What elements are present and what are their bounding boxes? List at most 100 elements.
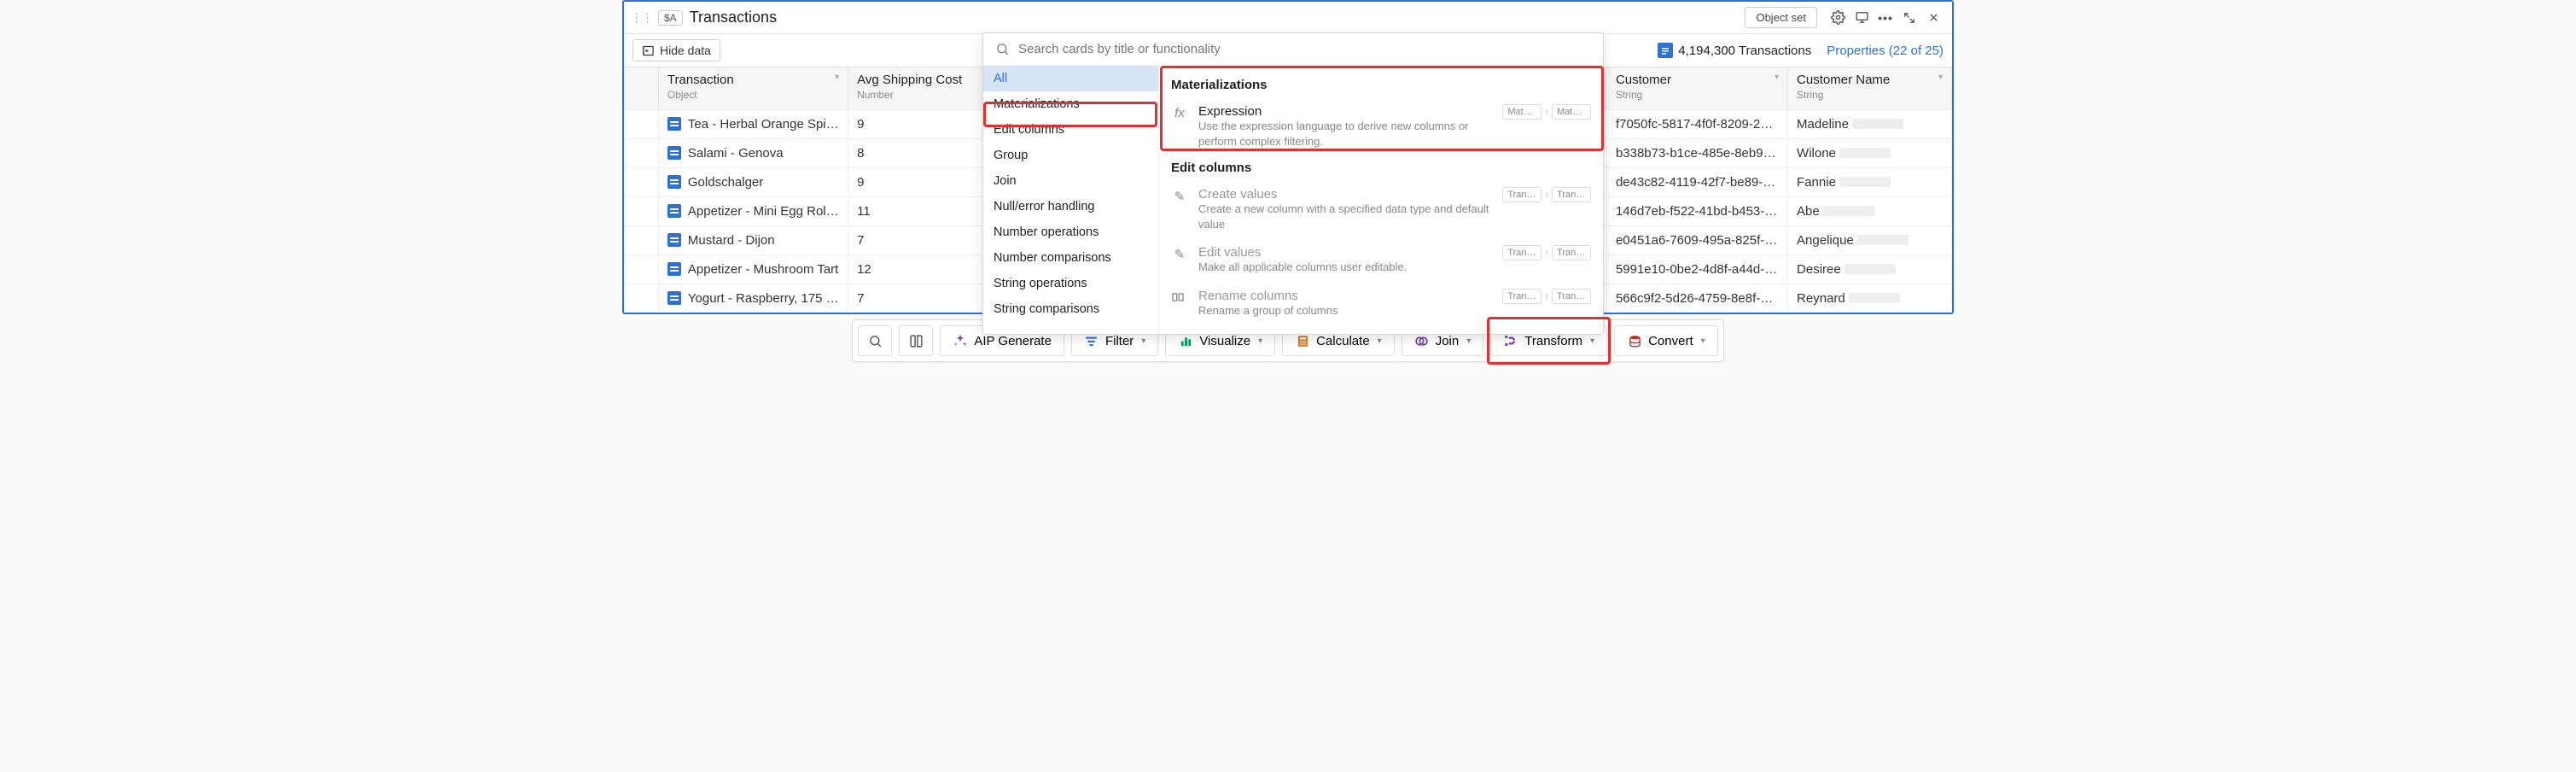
card-tags: Transf…›Transf… <box>1502 245 1591 260</box>
cell-customer: e0451a6-7609-495a-825f-6279150 <box>1606 226 1787 255</box>
hide-data-button[interactable]: Hide data <box>632 39 720 61</box>
search-icon <box>867 333 883 348</box>
aip-generate-label: AIP Generate <box>974 334 1052 348</box>
column-header[interactable]: Customer▾String <box>1606 67 1787 110</box>
search-input[interactable] <box>1018 42 1591 56</box>
cell-customer: de43c82-4119-42f7-be89-65b8a3b <box>1606 168 1787 197</box>
popover-search <box>983 33 1603 66</box>
card-desc: Use the expression language to derive ne… <box>1198 119 1492 149</box>
category-item[interactable]: String operations <box>983 271 1158 296</box>
book-button[interactable] <box>899 325 933 356</box>
cell-transaction: Goldschalger <box>658 168 848 197</box>
redacted-text <box>1849 293 1900 303</box>
variable-chip[interactable]: $A <box>658 10 683 26</box>
caret-down-icon: ▾ <box>1590 336 1594 346</box>
search-button[interactable] <box>858 325 892 356</box>
category-item[interactable]: All <box>983 66 1158 91</box>
object-icon <box>667 204 681 218</box>
object-icon <box>667 291 681 305</box>
redacted-text <box>1839 177 1891 187</box>
drag-handle-icon[interactable]: ⋮⋮ <box>631 11 653 25</box>
cell-customer-name: Wilone <box>1788 139 1952 168</box>
card-desc: Create a new column with a specified dat… <box>1198 202 1492 231</box>
redacted-text <box>1857 235 1909 245</box>
row-count: 4,194,300 Transactions <box>1658 43 1811 58</box>
more-icon[interactable]: ••• <box>1876 9 1895 27</box>
transform-icon <box>1503 333 1518 348</box>
column-header[interactable]: Customer Name▾String <box>1788 67 1952 110</box>
caret-down-icon: ▾ <box>1775 73 1779 82</box>
properties-link[interactable]: Properties (22 of 25) <box>1827 44 1944 58</box>
present-icon[interactable] <box>1852 9 1871 27</box>
card-title: Create values <box>1198 187 1492 202</box>
object-set-button[interactable]: Object set <box>1745 7 1817 28</box>
join-label: Join <box>1436 334 1460 348</box>
object-set-panel: ⋮⋮ $A Transactions Object set ••• Hide d… <box>622 0 1954 314</box>
cell-customer-name: Fannie <box>1788 168 1952 197</box>
calculator-icon <box>1295 333 1310 348</box>
caret-down-icon: ▾ <box>1701 336 1705 346</box>
cell-transaction: Salami - Genova <box>658 139 848 168</box>
category-item[interactable]: Group <box>983 143 1158 168</box>
category-item[interactable]: Join <box>983 168 1158 194</box>
column-header[interactable]: Transaction▾Object <box>658 67 848 110</box>
caret-down-icon: ▾ <box>1466 336 1471 346</box>
category-item[interactable]: Null/error handling <box>983 194 1158 219</box>
sparkle-icon <box>953 333 968 348</box>
object-icon <box>667 146 681 160</box>
cell-transaction: Appetizer - Mushroom Tart <box>658 255 848 284</box>
filter-icon <box>1084 333 1099 348</box>
card-rename-columns[interactable]: Rename columns Rename a group of columns… <box>1159 282 1603 325</box>
card-title: Rename columns <box>1198 289 1492 303</box>
redacted-text <box>1823 206 1874 216</box>
category-item[interactable]: Materializations <box>983 91 1158 117</box>
row-count-text: 4,194,300 Transactions <box>1678 44 1811 58</box>
card-title: Expression <box>1198 104 1492 119</box>
group-title: Materializations <box>1159 73 1603 97</box>
expand-icon[interactable] <box>1900 9 1919 27</box>
panel-topbar: ⋮⋮ $A Transactions Object set ••• <box>624 2 1952 34</box>
cell-transaction: Mustard - Dijon <box>658 226 848 255</box>
category-item[interactable]: String comparisons <box>983 296 1158 322</box>
category-list: AllMaterializationsEdit columnsGroupJoin… <box>983 66 1159 334</box>
card-title: Edit values <box>1198 245 1492 260</box>
card-create-values[interactable]: ✎ Create values Create a new column with… <box>1159 180 1603 238</box>
caret-down-icon: ▾ <box>1258 336 1262 346</box>
card-expression[interactable]: fx Expression Use the expression languag… <box>1159 97 1603 155</box>
card-edit-values[interactable]: ✎ Edit values Make all applicable column… <box>1159 238 1603 282</box>
cell-customer-name: Madeline <box>1788 110 1952 139</box>
category-item[interactable]: Number comparisons <box>983 245 1158 271</box>
category-item[interactable]: Edit columns <box>983 117 1158 143</box>
object-icon <box>667 117 681 131</box>
gear-icon[interactable] <box>1828 9 1847 27</box>
cell-customer-name: Abe <box>1788 197 1952 226</box>
card-tags: Materi… › Materi… <box>1502 104 1591 120</box>
join-icon <box>1414 333 1430 348</box>
caret-down-icon: ▾ <box>835 73 839 82</box>
transform-popover: AllMaterializationsEdit columnsGroupJoin… <box>982 32 1604 335</box>
cell-customer: f7050fc-5817-4f0f-8209-2e041a02 <box>1606 110 1787 139</box>
close-icon[interactable] <box>1924 9 1943 27</box>
filter-label: Filter <box>1105 334 1134 348</box>
group-title: Edit columns <box>1159 155 1603 180</box>
rename-icon <box>1171 289 1188 304</box>
redacted-text <box>1839 148 1891 158</box>
collapse-icon <box>642 44 655 57</box>
redacted-text <box>1852 119 1903 129</box>
category-item[interactable]: Number operations <box>983 219 1158 245</box>
card-tags: Transf…›Transf… <box>1502 187 1591 202</box>
visualize-label: Visualize <box>1199 334 1250 348</box>
cell-customer-name: Reynard <box>1788 284 1952 313</box>
cell-customer: 5991e10-0be2-4d8f-a44d-76fe9f56 <box>1606 255 1787 284</box>
row-handle-col <box>624 67 658 110</box>
caret-down-icon: ▾ <box>1378 336 1382 346</box>
cell-transaction: Tea - Herbal Orange Spice <box>658 110 848 139</box>
hide-data-label: Hide data <box>660 44 711 57</box>
convert-button[interactable]: Convert▾ <box>1614 325 1718 356</box>
object-icon <box>667 262 681 276</box>
transform-label: Transform <box>1524 334 1582 348</box>
caret-down-icon: ▾ <box>1938 73 1943 82</box>
cell-customer: 566c9f2-5d26-4759-8e8f-7563ab5 <box>1606 284 1787 313</box>
card-tags: Transf…›Transf… <box>1502 289 1591 304</box>
cell-customer-name: Angelique <box>1788 226 1952 255</box>
